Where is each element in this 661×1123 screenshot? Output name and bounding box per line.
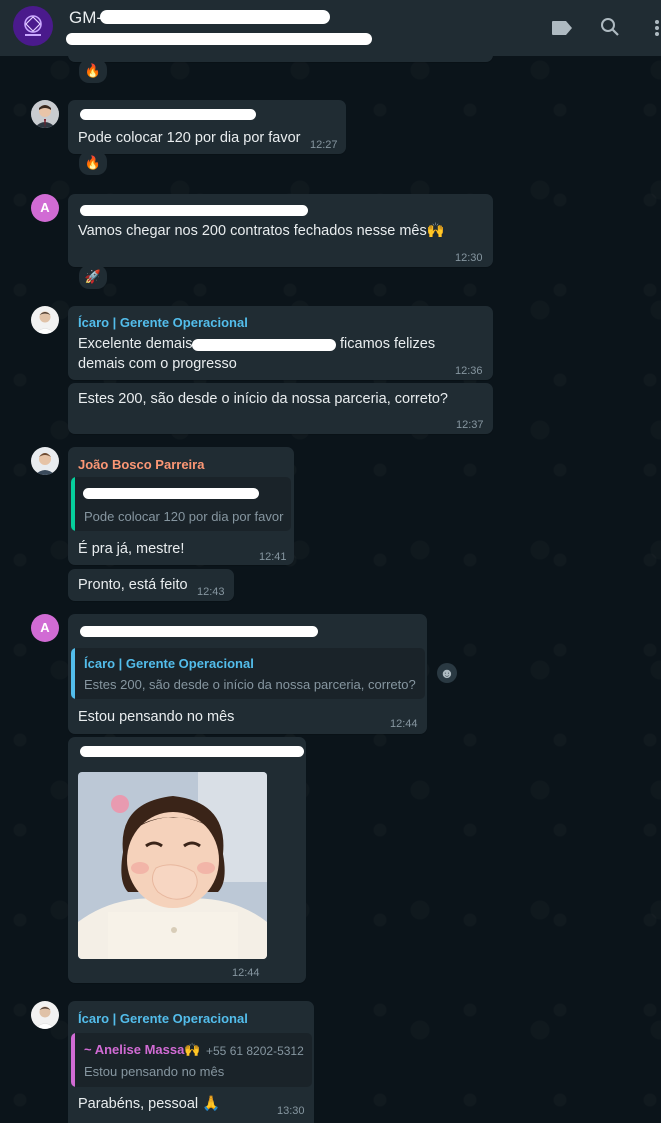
redacted-mention (192, 339, 336, 351)
quoted-message[interactable]: ~ Anelise Massa🙌 +55 61 8202-5312 Estou … (71, 1033, 312, 1087)
redacted-sender (80, 626, 318, 637)
quote-text: Estes 200, são desde o início da nossa p… (84, 677, 416, 692)
quote-bar (71, 1033, 75, 1087)
reaction-badge[interactable]: 🔥 (79, 151, 107, 175)
message-time: 12:44 (232, 967, 260, 979)
group-title: GM- (69, 8, 103, 27)
message-text: Vamos chegar nos 200 contratos fechados … (78, 223, 445, 239)
message-time: 12:43 (197, 586, 225, 598)
menu-dots-icon[interactable] (654, 19, 660, 37)
quoted-message[interactable]: Pode colocar 120 por dia por favor (71, 477, 291, 531)
message-bubble[interactable]: Pode colocar 120 por dia por favor 12:27 (68, 100, 346, 154)
avatar[interactable] (31, 1001, 59, 1029)
sender-name: Ícaro | Gerente Operacional (78, 1011, 248, 1026)
message-time: 12:36 (455, 365, 483, 377)
message-time: 12:30 (455, 252, 483, 264)
avatar[interactable] (31, 100, 59, 128)
message-bubble[interactable]: Pronto, está feito 12:43 (68, 569, 234, 601)
message-bubble[interactable]: João Bosco Parreira Pode colocar 120 por… (68, 447, 294, 565)
label-icon[interactable] (551, 20, 573, 36)
redacted-sender (80, 109, 256, 120)
quote-bar (71, 648, 75, 699)
message-text: Pode colocar 120 por dia por favor (78, 130, 301, 146)
redacted-title (100, 10, 330, 24)
message-bubble[interactable]: Ícaro | Gerente Operacional Excelente de… (68, 306, 493, 380)
message-text-end: ficamos felizes (340, 336, 436, 352)
message-bubble[interactable]: Ícaro | Gerente Operacional ~ Anelise Ma… (68, 1001, 314, 1123)
message-bubble[interactable]: Vamos chegar nos 200 contratos fechados … (68, 194, 493, 267)
message-text-line2: demais com o progresso (78, 356, 237, 372)
image-message-bubble[interactable]: 12:44 (68, 737, 306, 983)
quote-sender: Ícaro | Gerente Operacional (84, 656, 254, 671)
message-text: Parabéns, pessoal 🙏 (78, 1096, 221, 1112)
message-text: É pra já, mestre! (78, 541, 185, 557)
message-bubble[interactable]: Ícaro | Gerente Operacional Estes 200, s… (68, 614, 427, 734)
quote-text: Pode colocar 120 por dia por favor (84, 509, 284, 524)
sender-name: Ícaro | Gerente Operacional (78, 315, 248, 330)
reaction-badge[interactable]: 🚀 (79, 265, 107, 289)
reaction-badge[interactable]: 🔥 (79, 59, 107, 83)
message-time: 12:41 (259, 551, 287, 563)
redacted-sender (80, 746, 304, 757)
sticker-child-image (78, 772, 267, 959)
avatar[interactable]: A (31, 194, 59, 222)
search-icon[interactable] (600, 17, 620, 37)
avatar[interactable] (31, 447, 59, 475)
avatar[interactable] (31, 306, 59, 334)
message-time: 12:27 (310, 139, 338, 151)
group-avatar-icon[interactable] (13, 6, 53, 46)
avatar[interactable]: A (31, 614, 59, 642)
redacted-sender (80, 205, 308, 216)
message-time: 13:30 (277, 1105, 305, 1117)
image-attachment[interactable] (78, 772, 267, 959)
add-reaction-button[interactable]: ☻ (437, 663, 457, 683)
sender-name: João Bosco Parreira (78, 457, 205, 472)
message-text-start: Excelente demais (78, 336, 193, 352)
message-time: 12:44 (390, 718, 418, 730)
quote-phone: +55 61 8202-5312 (206, 1044, 304, 1058)
chat-header[interactable]: GM- (0, 0, 661, 56)
quote-text: Estou pensando no mês (84, 1064, 225, 1079)
message-time: 12:37 (456, 419, 484, 431)
redacted-subtitle (66, 33, 372, 45)
quote-sender: ~ Anelise Massa🙌 (84, 1042, 201, 1057)
quoted-message[interactable]: Ícaro | Gerente Operacional Estes 200, s… (71, 648, 425, 699)
message-text: Estes 200, são desde o início da nossa p… (78, 391, 448, 407)
redacted-quote-sender (83, 488, 259, 499)
quote-bar (71, 477, 75, 531)
message-bubble[interactable]: Estes 200, são desde o início da nossa p… (68, 383, 493, 434)
message-text: Pronto, está feito (78, 577, 188, 593)
message-text: Estou pensando no mês (78, 709, 235, 725)
